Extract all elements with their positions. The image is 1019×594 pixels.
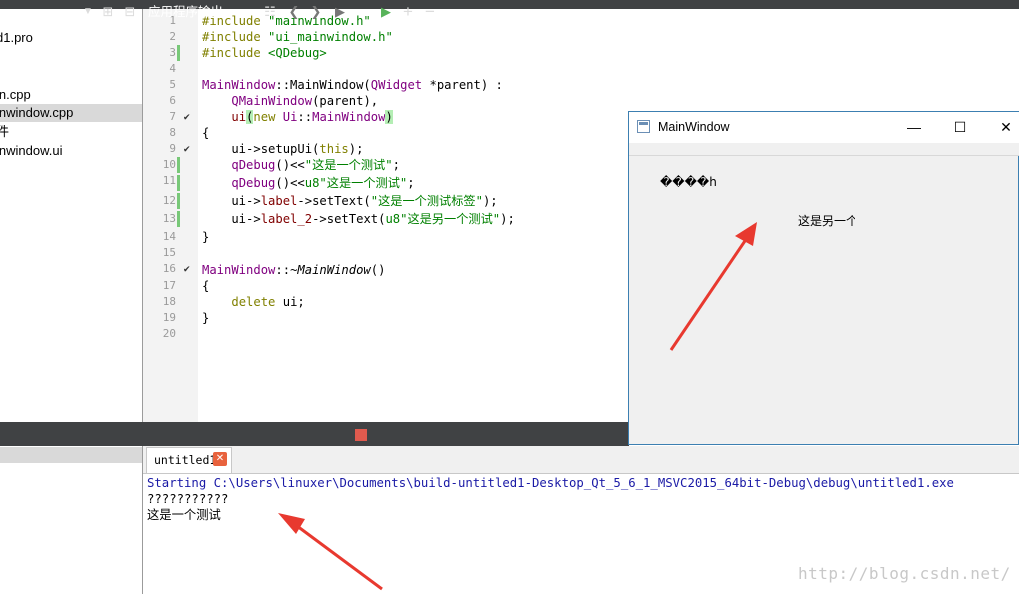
annotation-arrows	[278, 222, 757, 591]
arrow-to-output	[278, 513, 383, 591]
arrow-to-label	[669, 222, 757, 351]
